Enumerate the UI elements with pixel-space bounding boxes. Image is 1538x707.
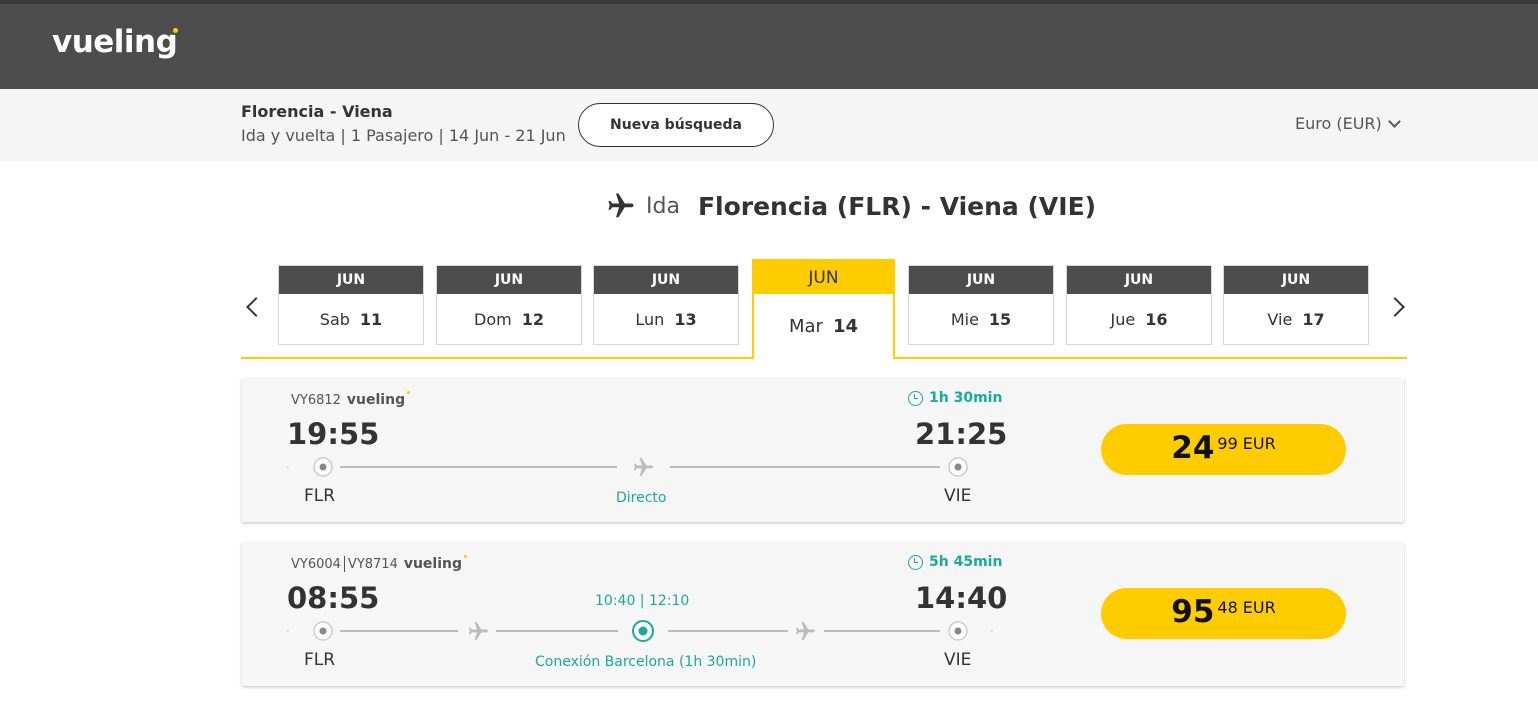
date-month: JUN — [909, 266, 1053, 294]
date-month: JUN — [279, 266, 423, 294]
route-track — [286, 457, 968, 477]
date-card[interactable]: JUN Sab 11 — [278, 265, 424, 345]
duration-text: 1h 30min — [929, 390, 1003, 406]
flight-number: VY6004 — [291, 556, 341, 572]
price-decimals: 48 — [1217, 598, 1238, 617]
date-day: 14 — [832, 316, 859, 337]
date-month: JUN — [1224, 266, 1368, 294]
arrival-time: 14:40 — [915, 581, 1008, 615]
top-bar — [0, 0, 1538, 89]
date-weekday: Lun — [635, 309, 665, 329]
date-card[interactable]: JUN Vie 17 — [1223, 265, 1369, 345]
airline-logo: vueling — [404, 555, 468, 572]
search-route: Florencia - Viena — [241, 102, 393, 121]
date-card-selected[interactable]: JUN Mar 14 — [752, 259, 895, 359]
date-weekday: Jue — [1110, 309, 1136, 329]
date-day: 12 — [521, 309, 544, 329]
next-dates-arrow-icon[interactable] — [1385, 297, 1405, 317]
currency-selector[interactable]: Euro (EUR) — [1295, 114, 1401, 133]
flight-card[interactable]: VY6004 VY8714 vueling 5h 45min 08:55 14:… — [242, 543, 1404, 686]
flight-card[interactable]: VY6812 vueling 1h 30min 19:55 21:25 Dire… — [242, 379, 1404, 522]
date-card[interactable]: JUN Mie 15 — [908, 265, 1054, 345]
leg-label: Ida — [646, 193, 680, 219]
date-month: JUN — [437, 266, 581, 294]
previous-dates-arrow-icon[interactable] — [246, 297, 266, 317]
chevron-down-icon — [1387, 114, 1401, 128]
date-weekday: Vie — [1267, 309, 1293, 329]
arrival-airport: VIE — [944, 486, 972, 506]
departure-airport: FLR — [304, 650, 336, 670]
price-decimals: 99 — [1217, 434, 1238, 453]
logo-dot — [173, 28, 178, 33]
clock-icon — [908, 554, 923, 570]
flight-number: VY8714 — [347, 556, 398, 572]
date-card[interactable]: JUN Lun 13 — [593, 265, 739, 345]
date-day: 15 — [988, 309, 1012, 329]
plane-icon — [633, 457, 653, 476]
flight-numbers: VY6812 vueling — [291, 391, 411, 408]
departure-time: 19:55 — [287, 417, 380, 451]
vueling-logo[interactable]: vueling — [52, 24, 178, 60]
search-details: Ida y vuelta | 1 Pasajero | 14 Jun - 21 … — [241, 126, 566, 145]
new-search-button[interactable]: Nueva búsqueda — [578, 103, 774, 147]
route-track — [286, 620, 993, 642]
currency-label: Euro (EUR) — [1295, 114, 1382, 133]
price-integer: 95 — [1171, 594, 1215, 630]
stop-type-label: Directo — [616, 490, 667, 506]
arrival-airport: VIE — [944, 650, 972, 670]
connection-times: 10:40 | 12:10 — [595, 593, 690, 609]
flight-number: VY6812 — [291, 392, 341, 408]
price-integer: 24 — [1171, 430, 1215, 466]
flight-numbers: VY6004 VY8714 vueling — [291, 555, 468, 572]
date-month: JUN — [1067, 266, 1211, 294]
date-day: 16 — [1145, 309, 1168, 329]
airline-logo: vueling — [347, 391, 411, 408]
date-weekday: Dom — [474, 309, 512, 329]
leg-header: Ida Florencia (FLR) - Viena (VIE) — [606, 188, 1096, 224]
price-currency: EUR — [1242, 434, 1276, 453]
arrival-time: 21:25 — [915, 417, 1008, 451]
date-weekday: Mar — [788, 316, 823, 337]
flight-number-separator — [343, 556, 345, 572]
leg-route: Florencia (FLR) - Viena (VIE) — [697, 191, 1097, 221]
departure-time: 08:55 — [287, 581, 380, 615]
date-day: 11 — [359, 309, 383, 329]
date-weekday: Mie — [950, 309, 979, 329]
date-day: 17 — [1302, 309, 1325, 329]
select-fare-button[interactable]: 95 48 EUR — [1101, 588, 1346, 639]
departure-airport: FLR — [304, 486, 336, 506]
connection-label: Conexión Barcelona (1h 30min) — [535, 654, 757, 670]
date-weekday: Sab — [319, 309, 350, 329]
plane-icon — [608, 193, 634, 218]
select-fare-button[interactable]: 24 99 EUR — [1101, 424, 1346, 475]
price-currency: EUR — [1242, 598, 1276, 617]
date-card[interactable]: JUN Jue 16 — [1066, 265, 1212, 345]
clock-icon — [908, 390, 923, 406]
date-month: JUN — [594, 266, 738, 294]
flight-duration: 1h 30min — [908, 390, 1002, 406]
date-card[interactable]: JUN Dom 12 — [436, 265, 582, 345]
plane-icon — [795, 621, 815, 640]
date-month: JUN — [754, 261, 893, 294]
flight-duration: 5h 45min — [908, 554, 1002, 570]
duration-text: 5h 45min — [929, 554, 1003, 570]
date-day: 13 — [674, 309, 697, 329]
plane-icon — [468, 621, 488, 640]
